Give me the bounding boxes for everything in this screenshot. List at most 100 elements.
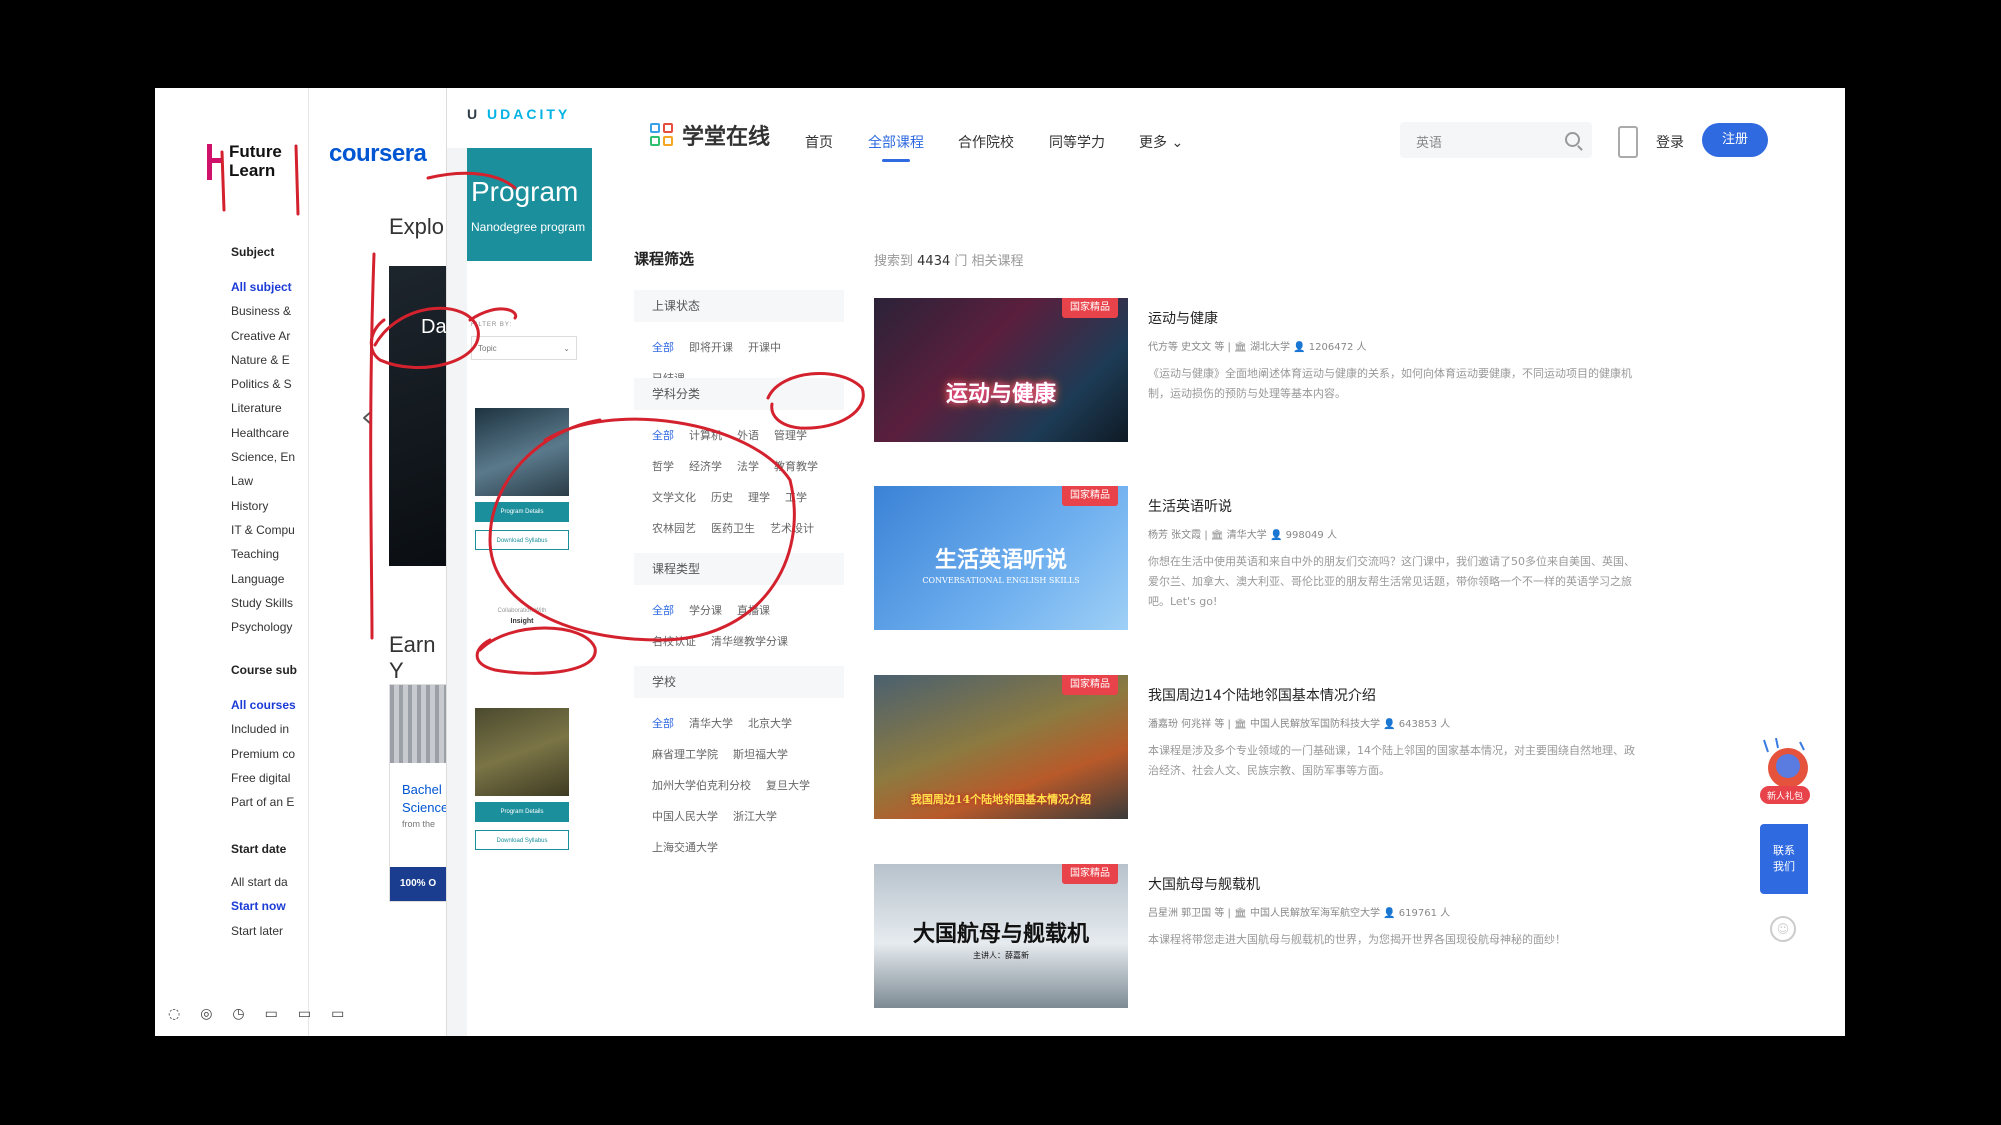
subjects-item[interactable]: Literature — [231, 396, 295, 420]
filter-option[interactable]: 学分课 — [689, 595, 722, 626]
course-title[interactable]: 生活英语听说 — [1148, 496, 1232, 516]
subjects-item[interactable]: Business & — [231, 299, 295, 323]
filter-option[interactable]: 外语 — [737, 420, 759, 451]
course-subs-item[interactable]: Premium co — [231, 742, 296, 766]
search-input[interactable] — [1414, 130, 1558, 152]
course-subs-item[interactable]: All courses — [231, 693, 296, 717]
course-thumbnail[interactable]: 国家精品 生活英语听说 CONVERSATIONAL ENGLISH SKILLS — [874, 486, 1128, 630]
filter-option[interactable]: 上海交通大学 — [652, 832, 718, 863]
subjects-item[interactable]: Teaching — [231, 542, 295, 566]
start-items-item[interactable]: All start da — [231, 870, 288, 894]
filter-option[interactable]: 全部 — [652, 708, 674, 739]
feedback-smile-icon[interactable]: ☺ — [1770, 916, 1796, 942]
program-image-1[interactable] — [475, 408, 569, 496]
subjects-item[interactable]: History — [231, 494, 295, 518]
filter-option[interactable]: 农林园艺 — [652, 513, 696, 544]
carousel-prev-icon[interactable]: ‹ — [361, 400, 372, 433]
filter-option[interactable]: 中国人民大学 — [652, 801, 718, 832]
learners-icon: 👤 — [1379, 908, 1399, 919]
subjects-item[interactable]: Politics & S — [231, 372, 295, 396]
filter-option[interactable]: 经济学 — [689, 451, 722, 482]
slide-toolbar[interactable]: ◌◎◷▭▭▭ — [168, 1006, 364, 1022]
filter-option[interactable]: 工学 — [785, 482, 807, 513]
hero-banner[interactable]: Da — [389, 266, 447, 566]
filter-option[interactable]: 医药卫生 — [711, 513, 755, 544]
course-card[interactable]: 国家精品 运动与健康 运动与健康 代方等 史文文 等 | 🏛 湖北大学 👤 12064… — [874, 298, 1744, 444]
udacity-logo-icon: U — [467, 106, 481, 122]
start-items-item[interactable]: Start later — [231, 919, 288, 943]
course-title[interactable]: 运动与健康 — [1148, 308, 1218, 328]
filter-option[interactable]: 哲学 — [652, 451, 674, 482]
filter-option[interactable]: 全部 — [652, 332, 674, 363]
subjects-item[interactable]: Healthcare — [231, 421, 295, 445]
search-icon[interactable] — [1565, 132, 1580, 147]
register-button[interactable]: 注册 — [1702, 123, 1768, 157]
course-thumbnail[interactable]: 国家精品 大国航母与舰载机 主讲人：薛嘉新 — [874, 864, 1128, 1008]
filter-option[interactable]: 清华继教学分课 — [711, 626, 788, 657]
filter-option[interactable]: 理学 — [748, 482, 770, 513]
nav-all-courses[interactable]: 全部课程 — [868, 132, 924, 162]
filter-option[interactable]: 麻省理工学院 — [652, 739, 718, 770]
course-card[interactable]: 国家精品 大国航母与舰载机 主讲人：薛嘉新 大国航母与舰载机 吕星洲 郭卫国 等 | 🏛… — [874, 864, 1744, 1010]
filter-option[interactable]: 开课中 — [748, 332, 781, 363]
program-image-2[interactable] — [475, 708, 569, 796]
topic-select[interactable]: Topic ⌄ — [471, 336, 577, 360]
subjects-item[interactable]: Creative Ar — [231, 324, 295, 348]
filter-option[interactable]: 浙江大学 — [733, 801, 777, 832]
nav-home[interactable]: 首页 — [805, 132, 833, 152]
course-thumbnail[interactable]: 国家精品 运动与健康 — [874, 298, 1128, 442]
filter-option[interactable]: 加州大学伯克利分校 — [652, 770, 751, 801]
filter-option[interactable]: 名校认证 — [652, 626, 696, 657]
start-items-item[interactable]: Start now — [231, 894, 288, 918]
filter-option[interactable]: 文学文化 — [652, 482, 696, 513]
filter-option[interactable]: 复旦大学 — [766, 770, 810, 801]
download-syllabus-button-1[interactable]: Download Syllabus — [475, 530, 569, 550]
filter-option[interactable]: 直播课 — [737, 595, 770, 626]
filter-option[interactable]: 即将开课 — [689, 332, 733, 363]
filter-option[interactable]: 北京大学 — [748, 708, 792, 739]
download-syllabus-button-2[interactable]: Download Syllabus — [475, 830, 569, 850]
subjects-item[interactable]: Science, En — [231, 445, 295, 469]
filter-section: 学校 全部 清华大学 北京大学麻省理工学院 斯坦福大学加州大学伯克利分校 复旦大学中国人民… — [634, 666, 844, 863]
nav-partner-schools[interactable]: 合作院校 — [958, 132, 1014, 152]
filter-option[interactable]: 法学 — [737, 451, 759, 482]
nav-equivalent-degree[interactable]: 同等学力 — [1049, 132, 1105, 152]
subjects-item[interactable]: Nature & E — [231, 348, 295, 372]
xuetang-logo[interactable]: 学堂在线 — [650, 118, 770, 158]
filter-option[interactable]: 斯坦福大学 — [733, 739, 788, 770]
filter-option[interactable]: 全部 — [652, 595, 674, 626]
course-thumbnail[interactable]: 国家精品 我国周边14个陆地邻国基本情况介绍 — [874, 675, 1128, 819]
filter-option[interactable]: 计算机 — [689, 420, 722, 451]
filter-option[interactable]: 艺术设计 — [770, 513, 814, 544]
subjects-item[interactable]: Law — [231, 469, 295, 493]
mobile-app-icon[interactable] — [1618, 126, 1638, 158]
filter-option[interactable]: 全部 — [652, 420, 674, 451]
search-box[interactable] — [1400, 122, 1592, 158]
course-card[interactable]: 国家精品 生活英语听说 CONVERSATIONAL ENGLISH SKILLS 生… — [874, 486, 1744, 632]
subjects-item[interactable]: Study Skills — [231, 591, 295, 615]
subjects-item[interactable]: Psychology — [231, 615, 295, 639]
subjects-item[interactable]: IT & Compu — [231, 518, 295, 542]
new-user-gift-badge[interactable]: 新人礼包 — [1758, 737, 1812, 808]
course-title[interactable]: 大国航母与舰载机 — [1148, 874, 1260, 894]
login-link[interactable]: 登录 — [1656, 132, 1684, 152]
futurelearn-logo[interactable]: Future Learn — [207, 142, 299, 186]
filter-option[interactable]: 管理学 — [774, 420, 807, 451]
subjects-item[interactable]: All subject — [231, 275, 295, 299]
course-card[interactable]: 国家精品 我国周边14个陆地邻国基本情况介绍 我国周边14个陆地邻国基本情况介绍 潘嘉… — [874, 675, 1744, 821]
course-title[interactable]: 我国周边14个陆地邻国基本情况介绍 — [1148, 685, 1376, 705]
filter-option[interactable]: 教育教学 — [774, 451, 818, 482]
filter-option[interactable]: 历史 — [711, 482, 733, 513]
program-details-button-2[interactable]: Program Details — [475, 802, 569, 822]
degree-card[interactable]: Bachel Science from the 100% O — [389, 684, 447, 902]
udacity-logo[interactable]: U UDACITY — [467, 106, 570, 122]
filter-option[interactable]: 清华大学 — [689, 708, 733, 739]
contact-us-button[interactable]: 联系我们 — [1760, 824, 1808, 894]
course-subs-item[interactable]: Free digital — [231, 766, 296, 790]
program-details-button-1[interactable]: Program Details — [475, 502, 569, 522]
subjects-item[interactable]: Language — [231, 567, 295, 591]
course-subs-item[interactable]: Included in — [231, 717, 296, 741]
nav-more[interactable]: 更多 ⌄ — [1139, 132, 1183, 152]
coursera-logo[interactable]: coursera — [329, 140, 427, 168]
course-subs-item[interactable]: Part of an E — [231, 790, 296, 814]
